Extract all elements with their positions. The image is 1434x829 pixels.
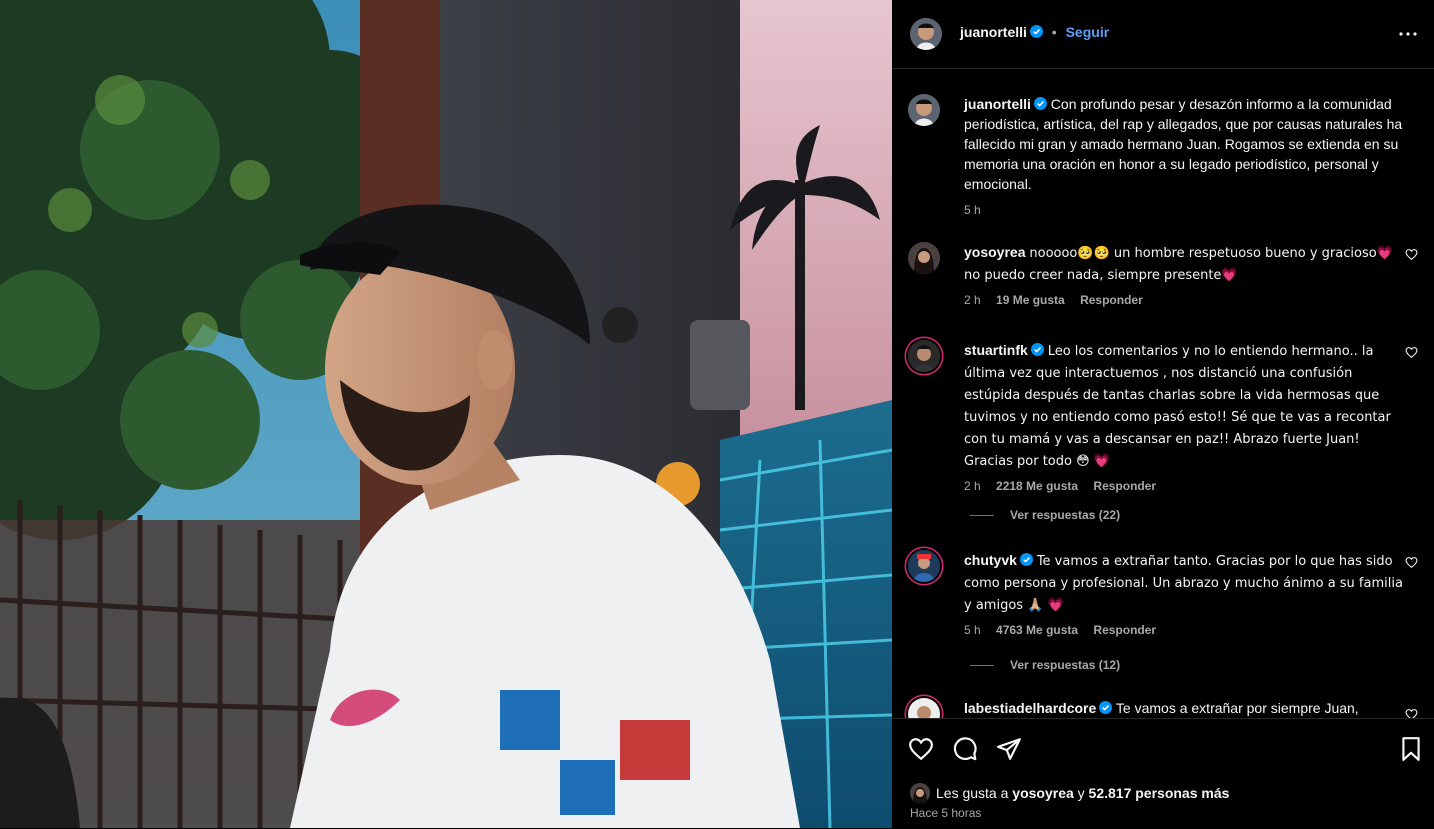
view-replies-label: Ver respuestas (12) (1010, 658, 1121, 672)
comment-text: Leo los comentarios y no lo entiendo her… (964, 344, 1391, 469)
likes-count[interactable]: 52.817 personas más (1089, 785, 1230, 801)
comment-meta: 5 h 4763 Me gusta Responder (964, 622, 1404, 638)
photo-illustration (0, 0, 892, 828)
comment-username[interactable]: labestiadelhardcore (964, 700, 1096, 716)
heart-icon[interactable] (1405, 556, 1418, 569)
view-replies-button[interactable]: Ver respuestas (22) (970, 508, 1120, 522)
verified-icon (1033, 97, 1047, 110)
comment-text: nooooo🥺🥺 un hombre respetuoso bueno y gr… (964, 246, 1393, 283)
likes-conj: y (1077, 785, 1085, 801)
comment-likes[interactable]: 19 Me gusta (996, 293, 1065, 307)
verified-icon (1019, 553, 1033, 566)
bookmark-icon[interactable] (1398, 736, 1424, 762)
more-icon[interactable] (1396, 22, 1420, 46)
comment-time[interactable]: 2 h (964, 293, 981, 307)
separator-dot: • (1051, 24, 1057, 40)
post-header-user: juanortelli • Seguir (960, 24, 1109, 40)
commenter-avatar[interactable] (908, 550, 940, 582)
comment-username[interactable]: chutyvk (964, 552, 1017, 568)
likes-prefix: Les gusta a (936, 785, 1009, 801)
post-sidebar: juanortelli • Seguir juanortelli Con pro… (892, 0, 1434, 828)
comment-username[interactable]: yosoyrea (964, 244, 1025, 260)
comment-text-block: yosoyrea nooooo🥺🥺 un hombre respetuoso b… (964, 242, 1404, 308)
post-header: juanortelli • Seguir (892, 0, 1434, 69)
caption-text-block: juanortelli Con profundo pesar y desazón… (964, 94, 1404, 218)
caption-username[interactable]: juanortelli (964, 96, 1031, 112)
post-photo[interactable] (0, 0, 892, 828)
verified-icon (1029, 25, 1043, 38)
caption-meta: 5 h (964, 202, 1404, 218)
view-replies-button[interactable]: Ver respuestas (12) (970, 658, 1120, 672)
author-username[interactable]: juanortelli (960, 24, 1027, 40)
commenter-avatar[interactable] (908, 242, 940, 274)
view-replies-label: Ver respuestas (22) (1010, 508, 1121, 522)
comment-text-block: chutyvk Te vamos a extrañar tanto. Graci… (964, 550, 1404, 638)
comments-list[interactable]: juanortelli Con profundo pesar y desazón… (892, 68, 1434, 718)
caption-time[interactable]: 5 h (964, 203, 981, 217)
verified-icon (1030, 343, 1044, 356)
author-avatar[interactable] (910, 18, 942, 50)
heart-icon[interactable] (1405, 346, 1418, 359)
liker-avatar[interactable] (910, 783, 930, 803)
replies-divider (970, 515, 994, 517)
comment-username[interactable]: stuartinfk (964, 342, 1028, 358)
reply-button[interactable]: Responder (1080, 293, 1143, 307)
share-icon[interactable] (996, 736, 1022, 762)
comment-icon[interactable] (952, 736, 978, 762)
heart-icon[interactable] (908, 736, 934, 762)
post-actions-footer: Les gusta a yosoyrea y 52.817 personas m… (892, 718, 1434, 829)
heart-icon[interactable] (1405, 248, 1418, 261)
comment-text-block: labestiadelhardcore Te vamos a extrañar … (964, 698, 1404, 718)
comment-text-block: stuartinfk Leo los comentarios y no lo e… (964, 340, 1404, 494)
comment-likes[interactable]: 4763 Me gusta (996, 623, 1078, 637)
post-time[interactable]: Hace 5 horas (910, 806, 981, 820)
replies-divider (970, 665, 994, 667)
author-avatar[interactable] (908, 94, 940, 126)
reply-button[interactable]: Responder (1093, 479, 1156, 493)
comment-likes[interactable]: 2218 Me gusta (996, 479, 1078, 493)
comment-meta: 2 h 19 Me gusta Responder (964, 292, 1404, 308)
comment-text: Te vamos a extrañar por siempre Juan, (1115, 700, 1359, 716)
reply-button[interactable]: Responder (1093, 623, 1156, 637)
commenter-avatar[interactable] (908, 698, 940, 718)
comment-time[interactable]: 5 h (964, 623, 981, 637)
comment-time[interactable]: 2 h (964, 479, 981, 493)
comment-meta: 2 h 2218 Me gusta Responder (964, 478, 1404, 494)
verified-icon (1099, 701, 1113, 714)
heart-icon[interactable] (1405, 708, 1418, 718)
likes-user[interactable]: yosoyrea (1012, 785, 1073, 801)
likes-summary: Les gusta a yosoyrea y 52.817 personas m… (910, 783, 1229, 803)
follow-button[interactable]: Seguir (1066, 24, 1110, 40)
commenter-avatar[interactable] (908, 340, 940, 372)
